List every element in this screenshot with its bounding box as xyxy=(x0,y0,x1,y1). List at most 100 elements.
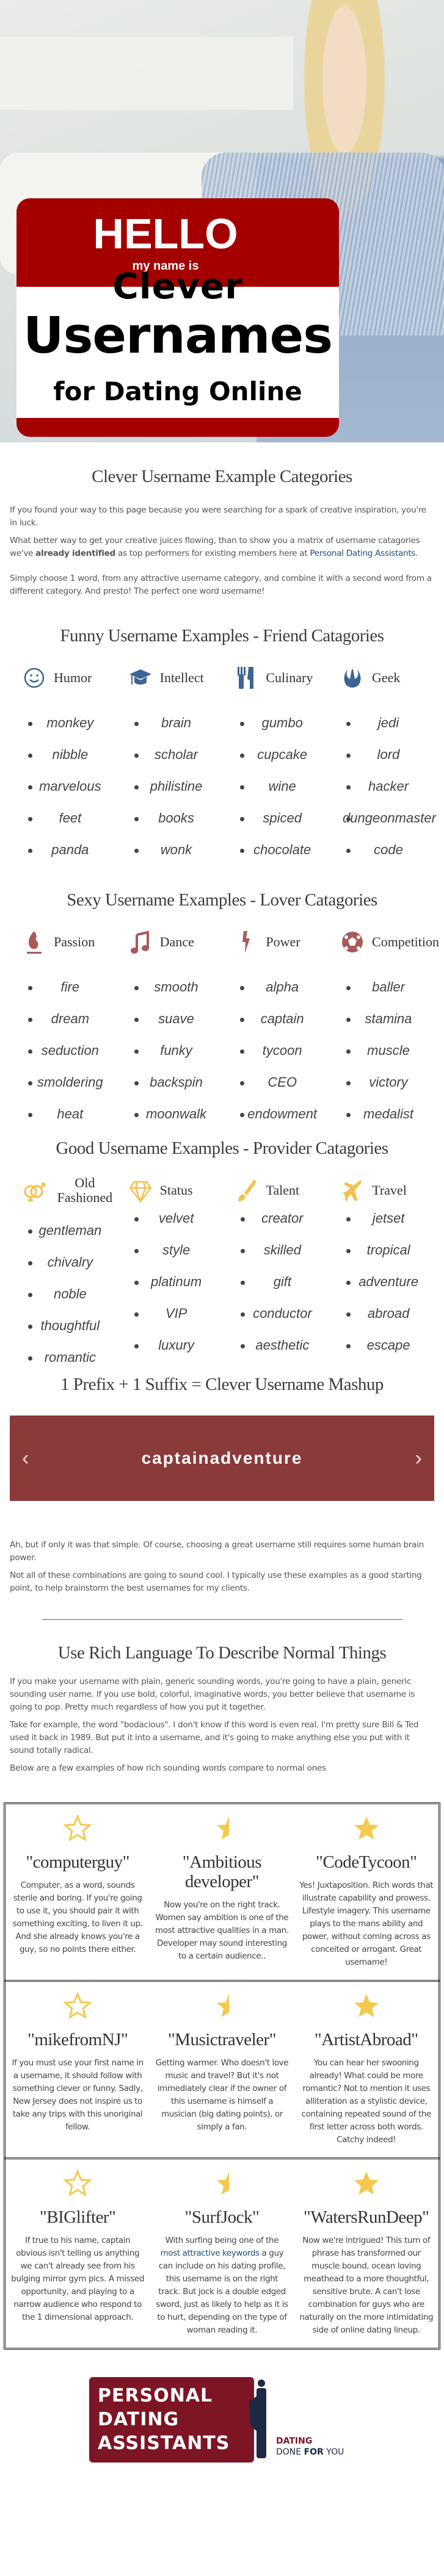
category-name: Status xyxy=(159,1182,193,1198)
word-item: code xyxy=(328,834,434,866)
category-column-power: Power alpha captain tycoon CEO endowment xyxy=(222,925,328,1130)
username-card: "CodeTycoon" Yes! Juxtaposition. Rich wor… xyxy=(294,1804,439,1980)
username-card: "BIGlifter" If true to his name, captain … xyxy=(5,2159,150,2348)
category-column-dance: Dance smooth suave funky backspin moonwalk xyxy=(116,925,222,1130)
gender-rings-icon xyxy=(24,1182,45,1202)
word-item: dungeonmaster xyxy=(328,802,436,834)
username-card: "Musictraveler" Getting warmer. Who doesn… xyxy=(150,1982,294,2157)
word-item: skilled xyxy=(222,1234,329,1266)
word-item: muscle xyxy=(328,1035,434,1067)
graduation-cap-icon xyxy=(129,669,151,685)
username-description: With surfing being one of the most attra… xyxy=(155,2234,289,2337)
pda-link[interactable]: Personal Dating Assistants xyxy=(310,549,415,558)
word-item: CEO xyxy=(222,1067,328,1098)
word-item: captain xyxy=(222,1003,328,1035)
word-item: hacker xyxy=(328,771,434,802)
rich-paragraph: If you make your username with plain, ge… xyxy=(10,1677,415,1712)
category-name: Culinary xyxy=(266,670,313,685)
word-item: heat xyxy=(10,1098,116,1130)
username-description: If true to his name, captain obvious isn… xyxy=(11,2236,144,2322)
category-name: Dance xyxy=(159,934,194,949)
word-item: marvelous xyxy=(10,771,116,802)
username-example: "SurfJock" xyxy=(184,2207,260,2227)
word-item: lord xyxy=(328,739,434,771)
category-column-humor: Humor monkey nibble marvelous feet panda xyxy=(10,661,116,866)
word-item: panda xyxy=(10,834,116,866)
username-card: "Ambitious developer" Now you're on the r… xyxy=(150,1804,294,1980)
carousel-next-button[interactable]: › xyxy=(415,1447,422,1470)
word-item: jedi xyxy=(328,707,434,739)
text: FOR xyxy=(304,2447,324,2457)
category-name: Old Fashioned xyxy=(57,1175,113,1205)
text: a guy can include on his dating profile,… xyxy=(156,2248,288,2335)
category-name: Geek xyxy=(372,670,401,685)
flame-icon xyxy=(27,931,42,954)
carousel-prev-button[interactable]: ‹ xyxy=(22,1447,29,1470)
empty-star-icon xyxy=(63,2169,92,2197)
username-example: "Ambitious developer" xyxy=(182,1852,262,1891)
word-item: baller xyxy=(328,971,434,1003)
mashup-title: 1 Prefix + 1 Suffix = Clever Username Ma… xyxy=(60,1375,384,1394)
fork-knife-icon xyxy=(238,667,254,689)
mashup-paragraph: Ah, but if only it was that simple. Of c… xyxy=(10,1540,424,1563)
category-column-geek: Geek jedi lord hacker dungeonmaster code xyxy=(328,661,436,866)
text: With surfing being one of the xyxy=(165,2236,279,2245)
category-name: Intellect xyxy=(159,670,204,685)
music-note-icon xyxy=(130,930,149,954)
category-header: Intellect xyxy=(116,661,222,695)
word-list: jetset tropical adventure abroad escape xyxy=(328,1203,434,1361)
word-item: feet xyxy=(10,802,116,834)
rich-paragraph: Below are a few examples of how rich sou… xyxy=(10,1763,326,1773)
half-star-icon xyxy=(217,2171,230,2195)
text: YOU xyxy=(323,2447,344,2457)
word-item: scholar xyxy=(116,739,222,771)
word-item: conductor xyxy=(222,1298,329,1329)
logo-line3: ASSISTANTS xyxy=(98,2432,246,2456)
category-name: Competition xyxy=(372,934,440,949)
airplane-icon xyxy=(343,1180,362,1201)
username-comparison-table: "computerguy" Computer, as a word, sounds… xyxy=(4,1802,440,2350)
category-section: Good Username Examples - Provider Catago… xyxy=(10,1139,434,1373)
word-item: jetset xyxy=(328,1203,434,1234)
word-item: books xyxy=(116,802,222,834)
category-section: Funny Username Examples - Friend Catagor… xyxy=(10,626,436,866)
category-header: Old Fashioned xyxy=(10,1173,116,1207)
word-item: monkey xyxy=(10,707,116,739)
category-header: Passion xyxy=(10,925,116,959)
word-item: cupcake xyxy=(222,739,328,771)
word-item: VIP xyxy=(116,1298,222,1329)
username-example: "mikefromNJ" xyxy=(27,2030,128,2049)
word-item: nibble xyxy=(10,739,116,771)
word-item: backspin xyxy=(116,1067,222,1098)
intro-paragraph: If you found your way to this page becau… xyxy=(10,505,426,528)
word-list: baller stamina muscle victory medalist xyxy=(328,971,434,1130)
word-item: tropical xyxy=(328,1234,434,1266)
rebel-alliance-icon xyxy=(344,669,361,688)
hero-banner: HELLO my name is Clever Usernames for Da… xyxy=(0,0,444,442)
rich-paragraph: Take for example, the word "bodacious". … xyxy=(10,1720,419,1755)
comparison-row: "mikefromNJ" If you must use your first n… xyxy=(4,1980,440,2159)
word-list: fire dream seduction smoldering heat xyxy=(10,971,116,1130)
category-name: Talent xyxy=(266,1182,300,1198)
word-list: jedi lord hacker dungeonmaster code xyxy=(328,707,436,866)
username-card: "computerguy" Computer, as a word, sounds… xyxy=(5,1804,150,1980)
logo-line2: DATING xyxy=(98,2408,246,2432)
tagline-dating: DATING xyxy=(276,2436,313,2446)
username-example: "Musictraveler" xyxy=(167,2030,277,2049)
half-star-icon xyxy=(217,1994,230,2017)
category-grid: Old Fashioned gentleman chivalry noble thoug… xyxy=(10,1173,434,1373)
word-item: stamina xyxy=(328,1003,434,1035)
attractive-keywords-link[interactable]: most attractive keywords xyxy=(161,2248,260,2258)
word-item: endowment xyxy=(222,1098,328,1130)
username-description: Yes! Juxtaposition. Rich words that illu… xyxy=(299,1880,434,1967)
word-item: luxury xyxy=(116,1329,222,1361)
word-item: brain xyxy=(116,707,222,739)
word-item: smoldering xyxy=(10,1067,116,1098)
word-item: suave xyxy=(116,1003,222,1035)
username-carousel: ‹ captainadventure › xyxy=(10,1416,434,1501)
category-column-competition: Competition baller stamina muscle victory med… xyxy=(328,925,439,1130)
comparison-row: "computerguy" Computer, as a word, sounds… xyxy=(4,1802,440,1982)
username-example: "CodeTycoon" xyxy=(316,1852,417,1872)
half-star-icon xyxy=(217,1816,230,1840)
hero-title-line1: Clever xyxy=(112,265,243,307)
